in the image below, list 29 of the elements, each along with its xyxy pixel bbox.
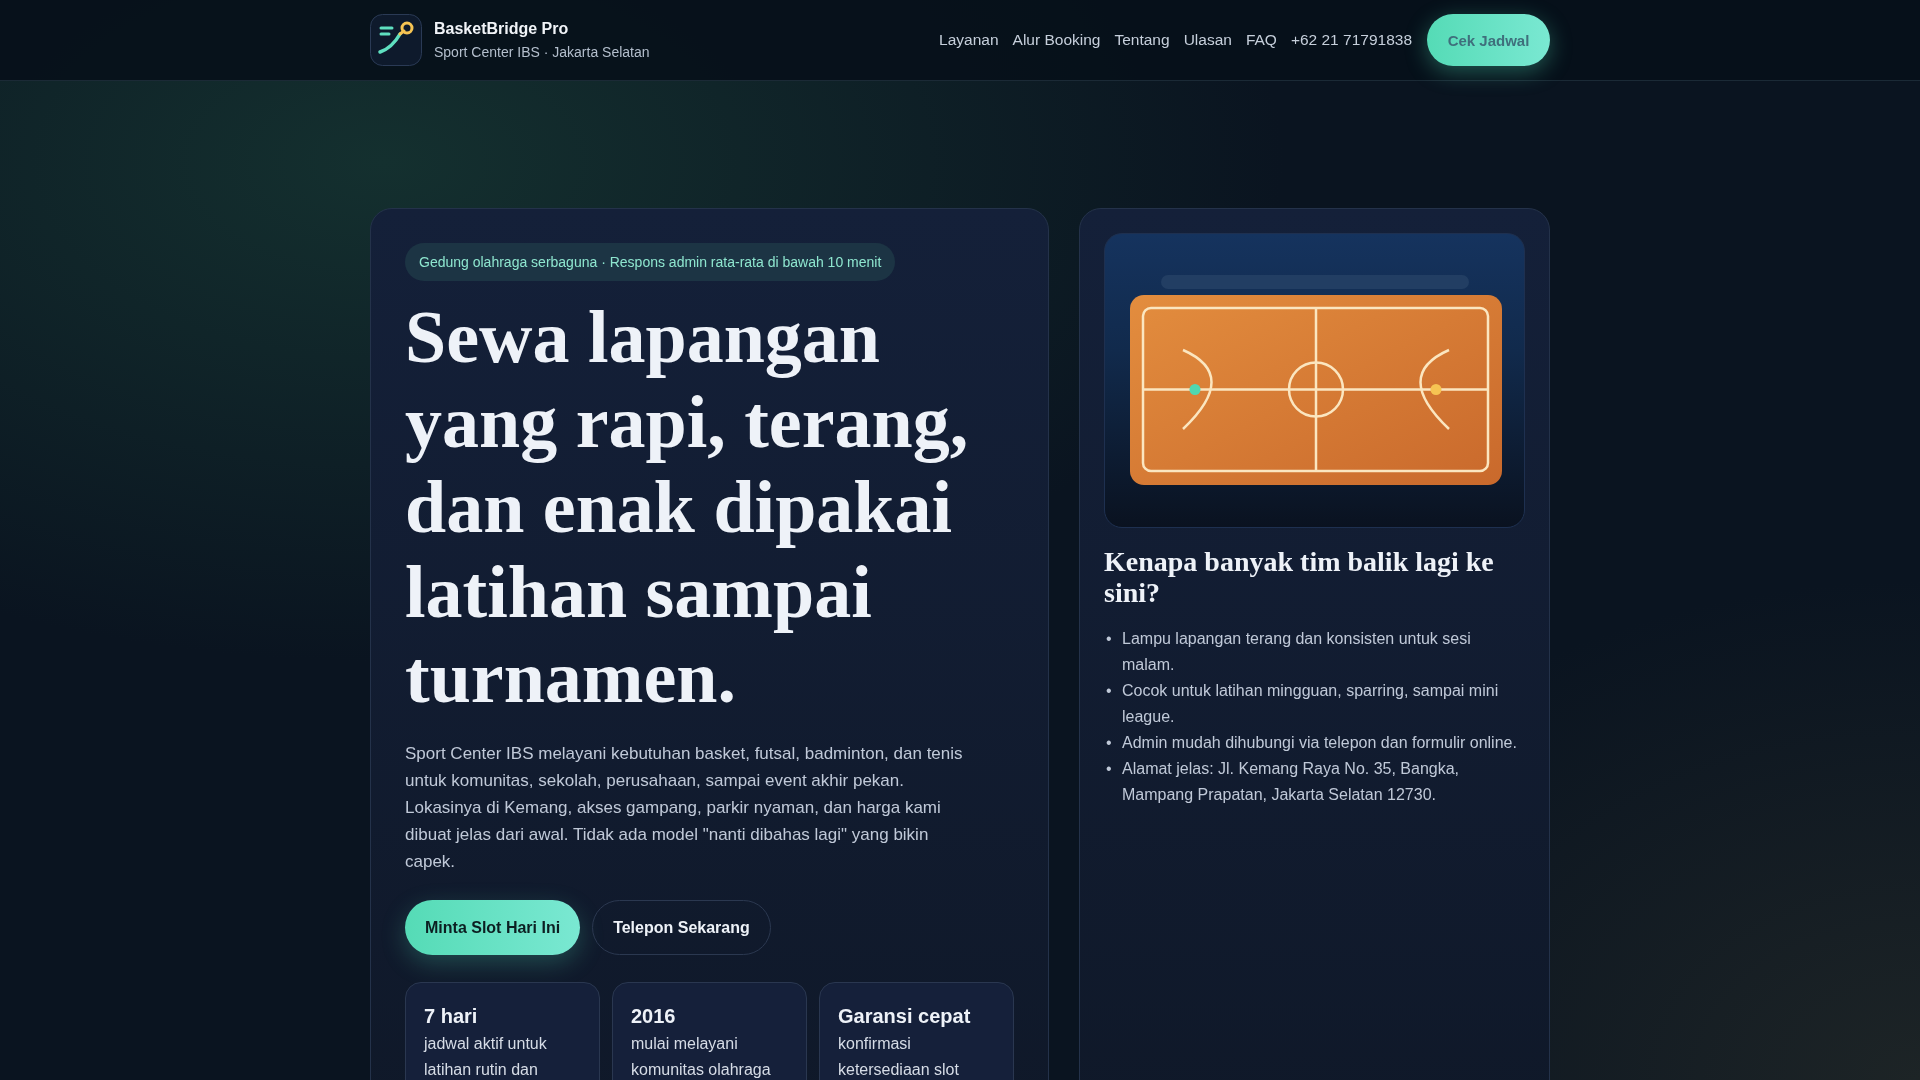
nav-link[interactable]: +62 21 71791838 [1290,31,1412,49]
feature-item: Alamat jelas: Jl. Kemang Raya No. 35, Bangka, Mampang Prapatan, Jakarta Selatan 12730. [1122,759,1461,805]
nav-link[interactable]: FAQ [1245,31,1277,49]
stat-text: konfirmasi ketersediaan slot [838,1034,960,1080]
bullet-marker: • [1106,733,1112,753]
stat-text: mulai melayani komunitas olahraga [631,1034,772,1080]
brand-name: BasketBridge Pro [434,20,570,38]
bullet-marker: • [1106,681,1112,701]
nav-link[interactable]: Alur Booking [1012,31,1101,49]
stat-value: 2016 [631,1005,677,1028]
logo-icon [370,14,422,66]
nav-link[interactable]: Layanan [939,31,999,49]
stat-value: Garansi cepat [838,1005,972,1028]
feature-item: Admin mudah dihubungi via telepon dan formulir online. [1122,733,1517,753]
nav-link[interactable]: Ulasan [1183,31,1232,49]
nav-link[interactable]: Tentang [1114,31,1170,49]
hero-title: Sewa lapangan yang rapi, terang, dan enak dipakai latihan sampai turnamen. [405,295,970,720]
hero-description: Sport Center IBS melayani kebutuhan basket, futsal, badminton, dan tenis untuk komunitas, sekolah, perusahaan, sampai event akhir pekan. Lokasinya di Kemang, akses gampang, parkir nyaman, dan harga kami dibuat jelas dari awal. Tidak ada model "nanti dibahas lagi" yang bikin capek. [405,743,964,873]
aside-heading: Kenapa banyak tim balik lagi ke sini? [1104,546,1495,608]
feature-item: Lampu lapangan terang dan konsisten untuk sesi malam. [1122,629,1472,675]
bullet-marker: • [1106,759,1112,779]
stat-text: jadwal aktif untuk latihan rutin dan [424,1034,548,1080]
feature-item: Cocok untuk latihan mingguan, sparring, sampai mini league. [1122,681,1500,727]
brand-tagline: Sport Center IBS · Jakarta Selatan [434,44,650,60]
stat-value: 7 hari [424,1005,479,1028]
schedule-button[interactable]: Cek Jadwal [1427,14,1550,66]
info-badge: Gedung olahraga serbaguna · Respons admin rata-rata di bawah 10 menit [405,243,896,281]
bullet-marker: • [1106,629,1112,649]
request-slot-button[interactable]: Minta Slot Hari Ini [405,900,581,955]
